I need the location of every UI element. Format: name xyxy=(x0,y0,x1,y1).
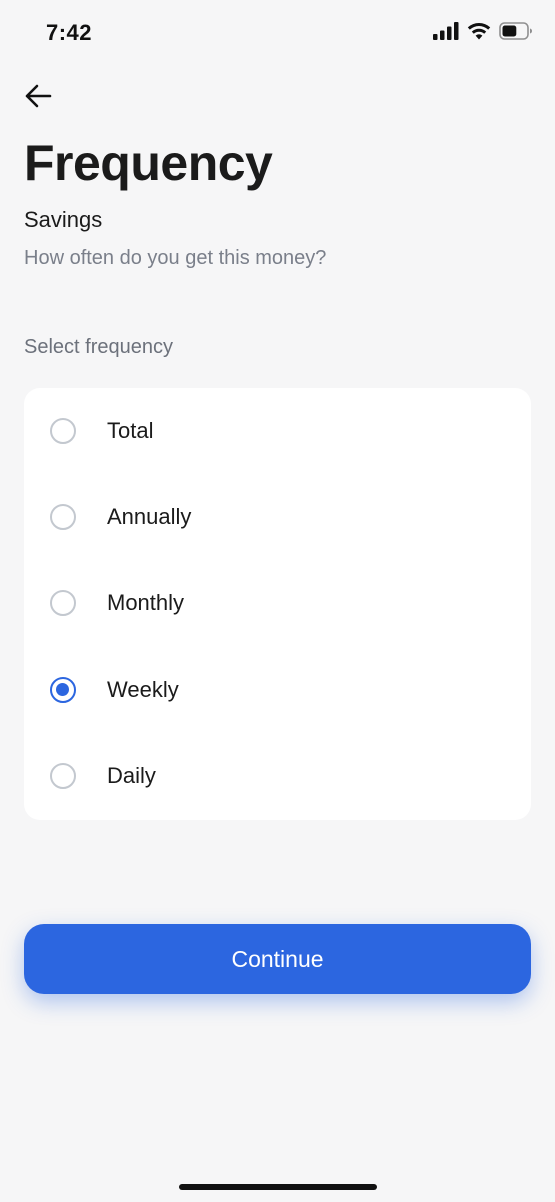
option-daily[interactable]: Daily xyxy=(24,733,531,819)
option-total[interactable]: Total xyxy=(24,388,531,474)
option-label: Monthly xyxy=(107,590,185,615)
option-label: Weekly xyxy=(107,677,179,702)
radio-button[interactable] xyxy=(50,677,76,703)
page-title: Frequency xyxy=(24,135,273,191)
continue-button[interactable]: Continue xyxy=(24,924,531,994)
status-icons xyxy=(433,22,533,45)
option-label: Total xyxy=(107,418,154,443)
back-button[interactable] xyxy=(20,80,56,116)
radio-button[interactable] xyxy=(50,763,76,789)
page-subtitle: Savings xyxy=(24,207,103,232)
option-label: Daily xyxy=(107,763,156,788)
section-label: Select frequency xyxy=(24,336,173,358)
radio-button[interactable] xyxy=(50,590,76,616)
status-bar: 7:42 xyxy=(0,0,555,70)
cellular-signal-icon xyxy=(433,22,459,45)
page-question: How often do you get this money? xyxy=(24,247,327,269)
home-indicator xyxy=(179,1184,377,1190)
radio-button[interactable] xyxy=(50,418,76,444)
wifi-icon xyxy=(467,22,491,45)
radio-button[interactable] xyxy=(50,504,76,530)
option-annually[interactable]: Annually xyxy=(24,474,531,560)
frequency-options-card: Total Annually Monthly Weekly Daily xyxy=(24,388,531,820)
status-time: 7:42 xyxy=(46,20,93,45)
battery-icon xyxy=(499,22,533,45)
option-weekly[interactable]: Weekly xyxy=(24,647,531,733)
option-label: Annually xyxy=(107,504,192,529)
option-monthly[interactable]: Monthly xyxy=(24,560,531,646)
arrow-left-icon xyxy=(24,84,52,113)
